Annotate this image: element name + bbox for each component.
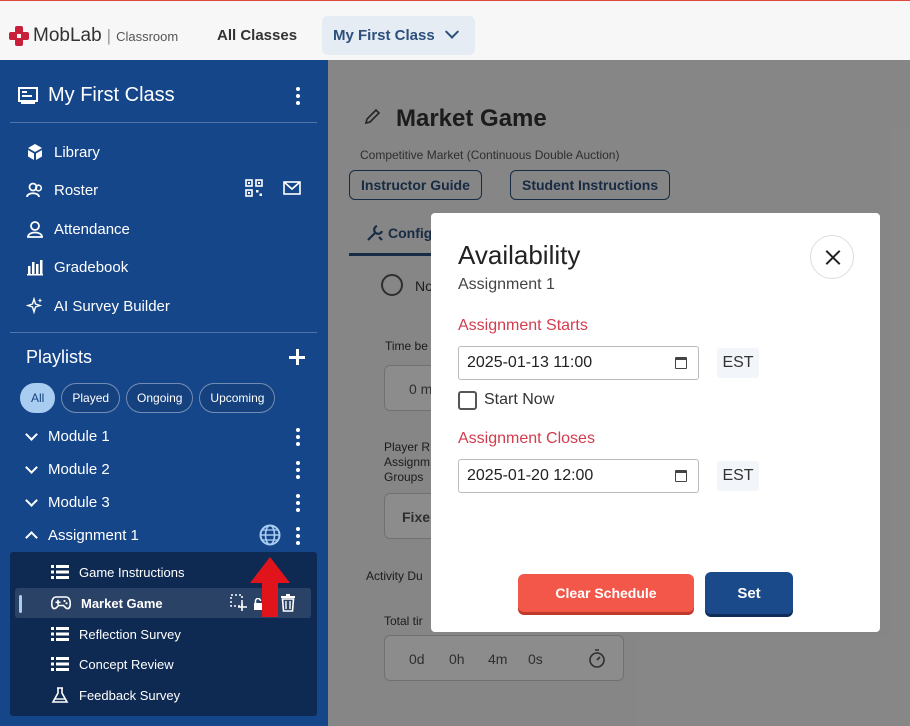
close-timezone-badge: EST xyxy=(717,461,759,491)
modal-title: Availability xyxy=(458,240,581,270)
module-row-3[interactable]: Module 3 xyxy=(25,494,110,511)
playlist-filters: All Played Ongoing Upcoming xyxy=(20,383,276,413)
sidebar-item-library[interactable]: Library xyxy=(25,142,100,162)
start-datetime-input[interactable]: 2025-01-13 11:00 xyxy=(458,346,699,380)
calendar-icon[interactable] xyxy=(675,357,687,369)
class-switcher-dropdown[interactable]: My First Class xyxy=(322,16,475,55)
assignment-closes-label: Assignment Closes xyxy=(458,430,595,447)
gradebook-icon xyxy=(25,257,45,277)
all-classes-link[interactable]: All Classes xyxy=(217,27,297,44)
close-icon[interactable] xyxy=(810,235,854,279)
assignment-item-label: Game Instructions xyxy=(79,564,185,580)
set-button[interactable]: Set xyxy=(705,572,793,614)
sidebar-item-label: Gradebook xyxy=(54,258,129,276)
assignment-item-label: Concept Review xyxy=(79,656,174,672)
selected-item-indicator xyxy=(19,595,22,613)
chevron-up-icon xyxy=(25,531,38,544)
start-now-label[interactable]: Start Now xyxy=(484,391,554,409)
assignment-item-label: Market Game xyxy=(81,595,163,611)
moblab-logo-icon xyxy=(9,26,29,46)
sidebar-divider xyxy=(10,122,317,123)
module-row-2[interactable]: Module 2 xyxy=(25,461,110,478)
calendar-icon[interactable] xyxy=(675,470,687,482)
playlists-heading: Playlists xyxy=(26,347,93,367)
attendance-icon xyxy=(25,219,45,239)
modal-subtitle: Assignment 1 xyxy=(458,276,555,293)
sidebar-item-label: Library xyxy=(54,143,100,161)
roster-icon xyxy=(25,180,45,200)
class-switcher-label: My First Class xyxy=(333,27,435,44)
assignment-item-feedback-survey[interactable]: Feedback Survey xyxy=(51,687,180,703)
close-datetime-value: 2025-01-20 12:00 xyxy=(467,467,594,484)
module-label: Module 3 xyxy=(48,494,110,511)
start-now-checkbox[interactable] xyxy=(458,391,477,410)
filter-chip-played[interactable]: Played xyxy=(61,383,121,413)
moblab-logo[interactable]: MobLab | Classroom xyxy=(9,25,178,47)
list-icon xyxy=(51,627,69,641)
sidebar-item-ai-survey-builder[interactable]: AI Survey Builder xyxy=(25,296,170,316)
clear-schedule-button[interactable]: Clear Schedule xyxy=(518,574,694,612)
module-label: Module 1 xyxy=(48,428,110,445)
module-label: Assignment 1 xyxy=(48,527,139,544)
library-icon xyxy=(25,142,45,162)
sidebar-item-gradebook[interactable]: Gradebook xyxy=(25,257,128,277)
assignment-starts-label: Assignment Starts xyxy=(458,317,588,334)
sidebar-item-label: Attendance xyxy=(54,220,130,238)
sidebar: My First Class Library Roster Attendance… xyxy=(0,60,328,726)
assignment-item-game-instructions[interactable]: Game Instructions xyxy=(51,564,185,580)
assignment-item-label: Reflection Survey xyxy=(79,626,181,642)
start-datetime-value: 2025-01-13 11:00 xyxy=(467,354,593,371)
module-options-kebab-icon[interactable] xyxy=(296,461,300,479)
list-icon xyxy=(51,657,69,671)
sidebar-class-header: My First Class xyxy=(18,84,175,107)
top-bar: MobLab | Classroom All Classes My First … xyxy=(0,0,910,60)
logo-subtitle: Classroom xyxy=(116,28,179,44)
mail-icon[interactable] xyxy=(283,181,301,195)
module-options-kebab-icon[interactable] xyxy=(296,494,300,512)
globe-icon[interactable] xyxy=(259,524,281,546)
module-row-assignment-1[interactable]: Assignment 1 xyxy=(25,527,139,544)
sidebar-item-label: Roster xyxy=(54,181,99,199)
assignment-item-label: Feedback Survey xyxy=(79,687,181,703)
module-label: Module 2 xyxy=(48,461,110,478)
assignment-item-concept-review[interactable]: Concept Review xyxy=(51,656,174,672)
class-board-icon xyxy=(18,86,38,104)
module-row-1[interactable]: Module 1 xyxy=(25,428,110,445)
filter-chip-upcoming[interactable]: Upcoming xyxy=(199,383,276,413)
assignment-item-reflection-survey[interactable]: Reflection Survey xyxy=(51,626,181,642)
sidebar-class-title: My First Class xyxy=(48,84,175,106)
assignment-options-kebab-icon[interactable] xyxy=(296,527,300,545)
gamepad-icon xyxy=(51,596,71,610)
availability-modal: Availability Assignment 1 Assignment Sta… xyxy=(431,213,880,632)
add-playlist-plus-icon[interactable] xyxy=(289,349,305,365)
qr-code-icon[interactable] xyxy=(245,179,263,197)
filter-chip-ongoing[interactable]: Ongoing xyxy=(126,383,194,413)
chevron-down-icon xyxy=(25,494,38,507)
chevron-down-icon xyxy=(25,428,38,441)
ai-sparkle-icon xyxy=(25,296,45,316)
annotation-arrow-up-icon xyxy=(250,557,290,617)
logo-separator: | xyxy=(106,26,112,45)
assignment-item-market-game[interactable]: Market Game xyxy=(51,595,163,611)
filter-chip-all[interactable]: All xyxy=(20,383,56,413)
flask-icon xyxy=(51,687,69,703)
chevron-down-icon xyxy=(444,24,459,39)
sidebar-item-roster[interactable]: Roster xyxy=(25,180,98,200)
start-timezone-badge: EST xyxy=(717,348,759,378)
close-datetime-input[interactable]: 2025-01-20 12:00 xyxy=(458,459,699,493)
list-icon xyxy=(51,565,69,579)
class-options-kebab-icon[interactable] xyxy=(296,87,300,105)
module-options-kebab-icon[interactable] xyxy=(296,428,300,446)
logo-text: MobLab xyxy=(33,25,102,46)
sidebar-item-attendance[interactable]: Attendance xyxy=(25,219,130,239)
chevron-down-icon xyxy=(25,461,38,474)
sidebar-item-label: AI Survey Builder xyxy=(54,297,170,315)
sidebar-divider xyxy=(10,332,317,333)
move-icon[interactable] xyxy=(230,594,248,612)
